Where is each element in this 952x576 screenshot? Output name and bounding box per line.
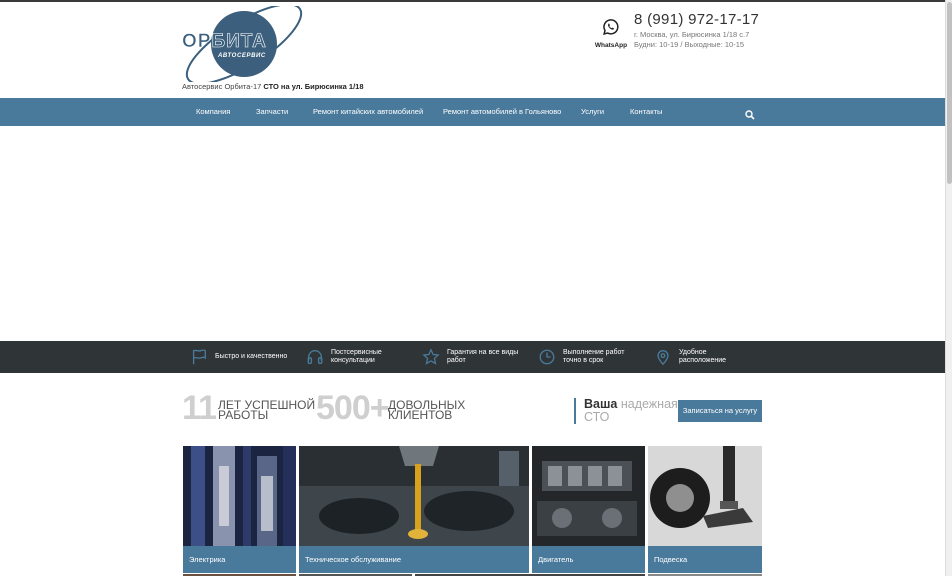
cta-heading: Ваша надежная СТО xyxy=(574,398,678,424)
nav-item-company[interactable]: Компания xyxy=(196,98,230,126)
tagline-prefix: Автосервис Орбита-17 xyxy=(182,82,262,91)
feature-warranty: Гарантия на все виды работ xyxy=(422,341,526,373)
tile-label: Подвеска xyxy=(648,546,762,573)
tile-maintenance[interactable]: Техническое обслуживание xyxy=(299,446,529,573)
phone-number[interactable]: 8 (991) 972-17-17 xyxy=(634,11,759,28)
nav-item-contacts[interactable]: Контакты xyxy=(630,98,662,126)
cta-title-bold: Ваша xyxy=(584,397,618,411)
flag-icon xyxy=(192,349,206,365)
map-pin-icon xyxy=(657,350,669,366)
features-bar: Быстро и качественно Постсервисные консу… xyxy=(0,341,945,373)
tile-label: Электрика xyxy=(183,546,296,573)
tagline: Автосервис Орбита-17 СТО на ул. Бирюсинк… xyxy=(182,82,364,91)
feature-location: Удобное расположение xyxy=(654,341,754,373)
main-nav: Компания Запчасти Ремонт китайских автом… xyxy=(0,98,945,126)
whatsapp-button[interactable]: WhatsApp xyxy=(594,18,628,49)
logo-text-main: ОРБИТА xyxy=(182,31,267,52)
feature-consult: Постсервисные консультации xyxy=(306,341,410,373)
stat-clients-line2: клиентов xyxy=(388,408,453,422)
nav-item-parts[interactable]: Запчасти xyxy=(256,98,288,126)
feature-label: Выполнение работ точно в срок xyxy=(563,348,625,365)
nav-item-services[interactable]: Услуги xyxy=(581,98,604,126)
feature-on-time: Выполнение работ точно в срок xyxy=(538,341,642,373)
cta-title-rest: надежная xyxy=(620,397,678,411)
oil-change-image xyxy=(299,446,529,546)
contact-block: 8 (991) 972-17-17 г. Москва, ул. Бирюсин… xyxy=(634,11,759,49)
logo-text-sub: АВТОСЕРВИС xyxy=(217,53,266,59)
feature-label: Гарантия на все виды работ xyxy=(447,348,519,365)
nav-item-chinese-cars[interactable]: Ремонт китайских автомобилей xyxy=(313,98,423,126)
tile-label: Двигатель xyxy=(532,546,645,573)
clock-icon xyxy=(539,349,555,365)
stat-years-line2: работы xyxy=(218,408,269,422)
address: г. Москва, ул. Бирюсинка 1/18 с.7 xyxy=(634,30,750,39)
tagline-bold: СТО на ул. Бирюсинка 1/18 xyxy=(263,82,364,91)
tile-suspension[interactable]: Подвеска xyxy=(648,446,762,573)
nav-item-golyanovo[interactable]: Ремонт автомобилей в Гольяново xyxy=(443,98,561,126)
tile-electrics[interactable]: Электрика xyxy=(183,446,296,573)
feature-label: Быстро и качественно xyxy=(215,352,288,360)
feature-fast: Быстро и качественно xyxy=(190,341,300,373)
spark-plugs-image xyxy=(183,446,296,546)
whatsapp-label: WhatsApp xyxy=(594,42,628,49)
scrollbar-thumb[interactable] xyxy=(947,2,952,184)
whatsapp-icon xyxy=(602,19,620,40)
star-icon xyxy=(422,348,440,365)
top-border xyxy=(0,0,945,2)
feature-label: Удобное расположение xyxy=(679,348,727,365)
search-icon[interactable] xyxy=(745,107,755,120)
vertical-scrollbar[interactable] xyxy=(945,0,952,576)
stat-years-number: 11 xyxy=(182,389,217,427)
suspension-image xyxy=(648,446,762,546)
headphones-icon xyxy=(307,350,323,364)
working-hours: Будни: 10-19 / Выходные: 10-15 xyxy=(634,40,745,49)
cta-title-line2: СТО xyxy=(584,410,610,424)
tile-engine[interactable]: Двигатель xyxy=(532,446,645,573)
book-service-button[interactable]: Записаться на услугу xyxy=(678,400,762,422)
tile-label: Техническое обслуживание xyxy=(299,546,529,573)
engine-image xyxy=(532,446,645,546)
feature-label: Постсервисные консультации xyxy=(331,348,382,365)
stat-clients-number: 500+ xyxy=(316,389,390,427)
orbita-logo[interactable]: ОРБИТА АВТОСЕРВИС xyxy=(180,3,306,85)
